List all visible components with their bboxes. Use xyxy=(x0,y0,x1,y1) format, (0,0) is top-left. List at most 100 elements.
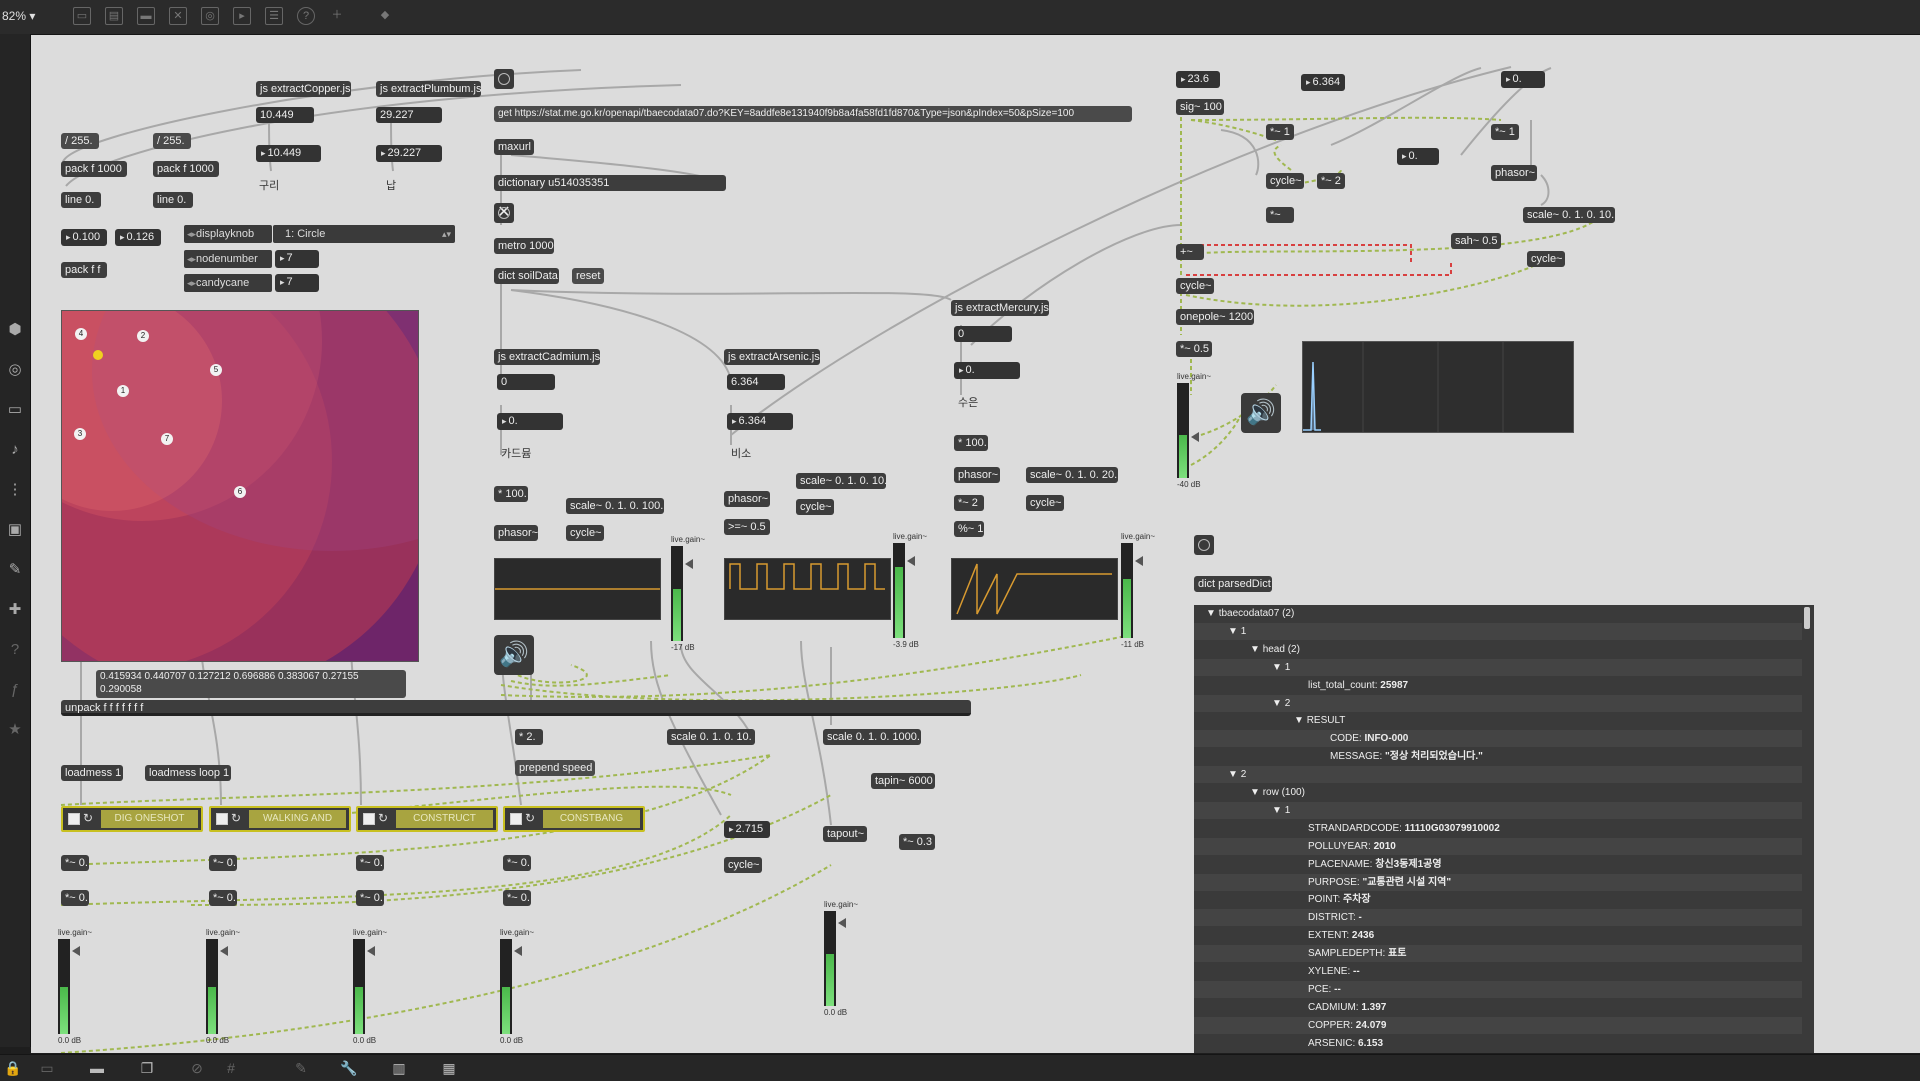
sample-player[interactable]: ↻ CONSTBANG xyxy=(503,806,645,832)
target-icon[interactable]: ◎ xyxy=(201,7,219,25)
presentation-icon[interactable]: ▭ xyxy=(38,1059,56,1077)
node-marker[interactable]: 2 xyxy=(137,330,149,342)
mercury-value[interactable]: 0 xyxy=(954,326,1012,342)
prepend-speed-object[interactable]: prepend speed xyxy=(515,760,595,776)
dict-tree-row[interactable]: ▼ RESULT xyxy=(1194,712,1802,729)
tapout-object[interactable]: tapout~ xyxy=(823,826,867,842)
close-box-icon[interactable]: ✕ xyxy=(169,7,187,25)
number-box[interactable]: 0.126 xyxy=(115,229,161,246)
multiply-object[interactable]: *~ 0. xyxy=(61,890,89,906)
gain-handle[interactable] xyxy=(1135,556,1143,566)
dict-tree-row[interactable]: STRANDARDCODE: 11110G03079910002 xyxy=(1194,820,1802,837)
js-extract-plumbum-object[interactable]: js extractPlumbum.js xyxy=(376,81,481,97)
dict-tree-row[interactable]: CODE: INFO-000 xyxy=(1194,730,1802,748)
cycle-object[interactable]: cycle~ xyxy=(1176,278,1214,294)
dict-tree-row[interactable]: COPPER: 24.079 xyxy=(1194,1016,1802,1034)
live-gain-slider[interactable]: live.gain~ 0.0 dB xyxy=(824,900,858,1017)
dict-tree-row[interactable]: ▼ tbaecodata07 (2) xyxy=(1194,605,1802,622)
dict-tree-row[interactable]: DISTRICT: - xyxy=(1194,909,1802,927)
layout-icon[interactable]: ☰ xyxy=(265,7,283,25)
multiply-object[interactable]: *~ 0. xyxy=(209,855,237,871)
objects-icon[interactable]: ⬢ xyxy=(5,320,25,340)
image-icon[interactable]: ▣ xyxy=(5,520,25,540)
multiply-object[interactable]: * 100. xyxy=(954,435,988,451)
dict-tree-row[interactable]: ▼ 2 xyxy=(1194,694,1802,712)
dict-tree-row[interactable]: ▼ 1 xyxy=(1194,622,1802,640)
js-extract-arsenic-object[interactable]: js extractArsenic.js xyxy=(724,349,820,365)
js-extract-copper-object[interactable]: js extractCopper.js xyxy=(256,81,351,97)
multiply-object[interactable]: *~ 0. xyxy=(356,855,384,871)
loadmess-object[interactable]: loadmess 1 xyxy=(61,765,123,781)
star-icon[interactable]: ★ xyxy=(5,720,25,740)
multiply-object[interactable]: *~ 0. xyxy=(356,890,384,906)
dict-tree-row[interactable]: ▼ 1 xyxy=(1194,801,1802,819)
scale-object[interactable]: scale~ 0. 1. 0. 20. xyxy=(1026,467,1118,483)
comment-icon[interactable]: ▬ xyxy=(137,7,155,25)
bang-button[interactable] xyxy=(494,69,514,89)
dict-tree-row[interactable]: PCE: -- xyxy=(1194,980,1802,998)
presentation-icon[interactable]: ▭ xyxy=(73,7,91,25)
plus-object[interactable]: +~ xyxy=(1176,244,1204,260)
dictionary-object[interactable]: dictionary u514035351 xyxy=(494,175,726,191)
dict-tree-row[interactable]: ARSENIC: 6.153 xyxy=(1194,1035,1802,1052)
patcher-canvas[interactable]: / 255. / 255. pack f 1000 pack f 1000 li… xyxy=(31,35,1920,1053)
help-icon[interactable]: ? xyxy=(5,640,25,660)
divide-255-object[interactable]: / 255. xyxy=(153,133,191,149)
puzzle-icon[interactable]: ✚ xyxy=(5,600,25,620)
play-checkbox[interactable] xyxy=(363,813,375,825)
dict-tree-row[interactable]: MESSAGE: "정상 처리되었습니다." xyxy=(1194,748,1802,765)
copper-value[interactable]: 10.449 xyxy=(256,107,314,123)
gain-handle[interactable] xyxy=(685,559,693,569)
disclosure-triangle-icon[interactable]: ▼ xyxy=(1272,698,1285,709)
wrench-icon[interactable]: 🔧 xyxy=(340,1059,358,1077)
live-gain-slider[interactable]: live.gain~ -17 dB xyxy=(671,535,705,652)
dict-tree-row[interactable]: XYLENE: -- xyxy=(1194,963,1802,980)
pack-object[interactable]: pack f 1000 xyxy=(61,161,127,177)
pen-icon[interactable]: ✎ xyxy=(292,1059,310,1077)
mercury-number-box[interactable]: 0. xyxy=(954,362,1020,379)
number-box[interactable]: 6.364 xyxy=(1301,74,1345,91)
modulo-object[interactable]: %~ 1. xyxy=(954,521,984,537)
dict-tree-row[interactable]: PLACENAME: 창신3동제1공영 xyxy=(1194,856,1802,873)
greater-equal-object[interactable]: >=~ 0.5 xyxy=(724,519,770,535)
debug-icon[interactable]: ⊘ xyxy=(188,1059,206,1077)
multiply-object[interactable]: *~ 1 xyxy=(1491,124,1519,140)
speaker-icon[interactable]: 🔊 xyxy=(1241,393,1281,433)
nodes-object[interactable]: 4 2 1 5 3 7 6 xyxy=(61,310,419,662)
cycle-object[interactable]: cycle~ xyxy=(1026,495,1064,511)
dict-parseddict-object[interactable]: dict parsedDict xyxy=(1194,576,1272,592)
sig-object[interactable]: sig~ 100 xyxy=(1176,99,1224,115)
play-checkbox[interactable] xyxy=(216,813,228,825)
live-gain-slider[interactable]: live.gain~ 0.0 dB xyxy=(353,928,387,1045)
dict-tree-row[interactable]: CADMIUM: 1.397 xyxy=(1194,999,1802,1016)
number-box[interactable]: 0. xyxy=(1397,148,1439,165)
get-url-message[interactable]: get https://stat.me.go.kr/openapi/tbaeco… xyxy=(494,106,1132,122)
multiply-object[interactable]: *~ 0. xyxy=(209,890,237,906)
node-marker[interactable]: 1 xyxy=(117,385,129,397)
dict-tree-row[interactable]: ▼ 1 xyxy=(1194,658,1802,676)
multiply-object[interactable]: * 100. xyxy=(494,486,528,502)
multiply-object[interactable]: *~ xyxy=(1266,207,1294,223)
paint-icon[interactable]: ◆ xyxy=(377,7,393,23)
bang-button[interactable] xyxy=(1194,535,1214,555)
gain-handle[interactable] xyxy=(838,918,846,928)
piano-icon[interactable]: ▥ xyxy=(390,1059,408,1077)
multiply-object[interactable]: *~ 0.3 xyxy=(899,834,935,850)
dict-tree-row[interactable]: POLLUYEAR: 2010 xyxy=(1194,837,1802,855)
cadmium-value[interactable]: 0 xyxy=(497,374,555,390)
disclosure-triangle-icon[interactable]: ▼ xyxy=(1250,787,1263,798)
onepole-object[interactable]: onepole~ 1200 xyxy=(1176,309,1254,325)
live-gain-slider[interactable]: live.gain~ -3.9 dB xyxy=(893,532,927,649)
phasor-object[interactable]: phasor~ xyxy=(1491,165,1537,181)
dict-tree-row[interactable]: ▼ 2 xyxy=(1194,766,1802,784)
line-object[interactable]: line 0. xyxy=(153,192,193,208)
live-gain-slider[interactable]: live.gain~ 0.0 dB xyxy=(58,928,92,1045)
candycane-attr[interactable]: ◂▸ candycane xyxy=(184,274,272,292)
add-icon[interactable]: ＋ xyxy=(329,7,345,23)
nodenumber-attr[interactable]: ◂▸ nodenumber xyxy=(184,250,272,268)
number-box[interactable]: 0. xyxy=(1501,71,1545,88)
live-gain-slider[interactable]: live.gain~ 0.0 dB xyxy=(500,928,534,1045)
disclosure-triangle-icon[interactable]: ▼ xyxy=(1272,662,1285,673)
live-gain-slider[interactable]: live.gain~ -40 dB xyxy=(1177,372,1211,489)
js-extract-mercury-object[interactable]: js extractMercury.js xyxy=(951,300,1049,316)
